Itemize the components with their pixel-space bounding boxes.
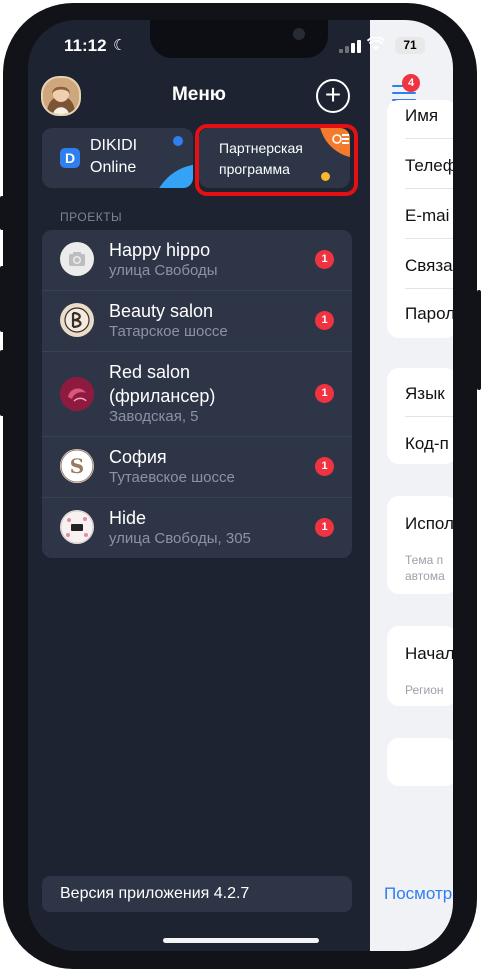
row-use[interactable]: Испол bbox=[405, 514, 453, 534]
projects-section-label: ПРОЕКТЫ bbox=[60, 210, 123, 224]
row-phone[interactable]: Телеф bbox=[405, 156, 453, 176]
project-name-line2: (фрилансер) bbox=[109, 386, 216, 406]
view-link[interactable]: Посмотр bbox=[384, 884, 452, 904]
row-contact[interactable]: Связа bbox=[405, 256, 453, 276]
row-email[interactable]: E-mai bbox=[405, 206, 449, 226]
sofia-logo-icon: S bbox=[60, 449, 94, 483]
project-happy-hippo[interactable]: Happy hippo улица Свободы 1 bbox=[42, 230, 352, 291]
dikidi-logo-icon: D bbox=[60, 148, 80, 168]
notification-badge: 4 bbox=[402, 74, 420, 92]
project-name: Happy hippo bbox=[109, 240, 211, 260]
project-address: Заводская, 5 bbox=[109, 408, 199, 425]
unread-badge: 1 bbox=[315, 311, 334, 330]
project-address: улица Свободы, 305 bbox=[109, 530, 251, 547]
app-version: Версия приложения 4.2.7 bbox=[42, 876, 352, 912]
dikidi-tile-label: DIKIDI Online bbox=[90, 137, 138, 176]
camera-icon bbox=[293, 28, 305, 40]
screen: 4 Имя Телеф E-mai Связа Парол Язык Код-п… bbox=[28, 20, 453, 951]
battery-icon: 71 bbox=[395, 37, 425, 54]
background-app-panel[interactable]: 4 Имя Телеф E-mai Связа Парол Язык Код-п… bbox=[370, 20, 453, 951]
side-button-left-2 bbox=[0, 266, 4, 332]
project-address: Тутаевское шоссе bbox=[109, 469, 235, 486]
divider bbox=[405, 188, 453, 189]
highlight-box bbox=[195, 124, 358, 196]
project-beauty-salon[interactable]: Beauty salon Татарское шоссе 1 bbox=[42, 291, 352, 352]
side-button-right bbox=[477, 290, 481, 390]
svg-text:S: S bbox=[70, 454, 84, 478]
row-language[interactable]: Язык bbox=[405, 384, 445, 404]
row-password[interactable]: Парол bbox=[405, 304, 453, 324]
tile-dot bbox=[173, 136, 183, 146]
row-code[interactable]: Код-п bbox=[405, 434, 449, 454]
row-start[interactable]: Начал bbox=[405, 644, 453, 664]
project-sofia[interactable]: S София Тутаевское шоссе 1 bbox=[42, 437, 352, 498]
unread-badge: 1 bbox=[315, 518, 334, 537]
unread-badge: 1 bbox=[315, 384, 334, 403]
tile-decoration bbox=[152, 164, 193, 188]
project-name: Hide bbox=[109, 508, 147, 528]
empty-card bbox=[387, 738, 453, 786]
projects-list: Happy hippo улица Свободы 1 Beauty salon… bbox=[42, 230, 352, 558]
home-indicator[interactable] bbox=[163, 938, 319, 943]
divider bbox=[405, 416, 453, 417]
divider bbox=[405, 138, 453, 139]
region-subtext: Регион bbox=[405, 683, 444, 697]
project-address: Татарское шоссе bbox=[109, 323, 228, 340]
unread-badge: 1 bbox=[315, 457, 334, 476]
row-name[interactable]: Имя bbox=[405, 106, 438, 126]
project-address: улица Свободы bbox=[109, 262, 218, 279]
project-name: София bbox=[109, 447, 167, 467]
unread-badge: 1 bbox=[315, 250, 334, 269]
side-button-left-3 bbox=[0, 350, 4, 416]
project-name: Red salon bbox=[109, 362, 191, 382]
dikidi-online-tile[interactable]: D DIKIDI Online bbox=[42, 128, 193, 188]
add-icon[interactable]: + bbox=[316, 79, 350, 113]
project-red-salon[interactable]: Red salon (фрилансер) Заводская, 5 1 bbox=[42, 352, 352, 437]
theme-subtext-2: автома bbox=[405, 569, 445, 583]
camera-placeholder-icon bbox=[60, 242, 94, 276]
signal-icon bbox=[339, 39, 361, 53]
red-salon-logo-icon bbox=[60, 377, 94, 411]
status-bar: 11:12 ☾ 71 bbox=[28, 20, 453, 70]
divider bbox=[405, 288, 453, 289]
project-hide[interactable]: Hide улица Свободы, 305 1 bbox=[42, 498, 352, 558]
side-button-left-1 bbox=[0, 196, 4, 230]
status-time: 11:12 bbox=[64, 36, 107, 55]
theme-subtext-1: Тема п bbox=[405, 553, 444, 567]
beauty-salon-logo-icon bbox=[60, 303, 94, 337]
moon-icon: ☾ bbox=[113, 37, 127, 54]
divider bbox=[405, 238, 453, 239]
hide-logo-icon bbox=[60, 510, 94, 544]
wifi-icon bbox=[366, 36, 386, 56]
project-name: Beauty salon bbox=[109, 301, 214, 321]
dynamic-island bbox=[150, 20, 328, 58]
